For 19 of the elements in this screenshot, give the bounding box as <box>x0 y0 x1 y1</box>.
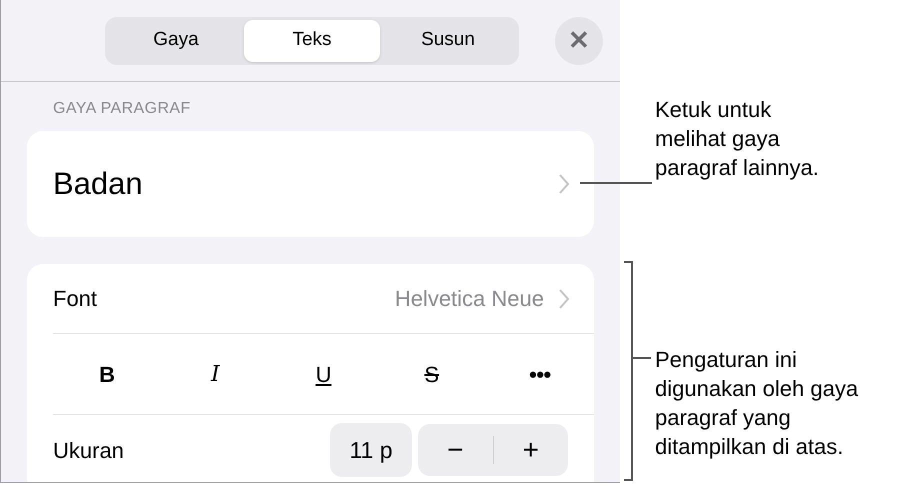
size-value[interactable]: 11 p <box>330 423 412 477</box>
paragraph-style-value: Badan <box>53 164 143 203</box>
increase-button[interactable]: + <box>494 424 568 476</box>
size-label: Ukuran <box>53 436 124 464</box>
format-button[interactable]: S <box>378 349 486 399</box>
callout-text: Pengaturan ini digunakan oleh gaya paragraf yang ditampilkan di atas. <box>655 346 860 461</box>
decrease-button[interactable]: − <box>418 424 492 476</box>
tab[interactable]: Susun <box>380 20 516 62</box>
tab[interactable]: Teks <box>244 20 380 62</box>
format-button[interactable]: I <box>161 349 270 399</box>
callout-text: Ketuk untuk melihat gaya paragraf lainnya. <box>655 96 820 182</box>
paragraph-style-row[interactable]: Badan <box>27 131 594 237</box>
section-label: GAYA PARAGRAF <box>53 99 192 119</box>
format-button[interactable]: B <box>53 349 162 399</box>
close-button[interactable]: ✕ <box>555 16 603 64</box>
tab[interactable]: Gaya <box>108 20 244 62</box>
font-label: Font <box>53 285 98 313</box>
format-button[interactable]: U <box>269 349 378 399</box>
format-button[interactable]: ••• <box>486 349 594 399</box>
